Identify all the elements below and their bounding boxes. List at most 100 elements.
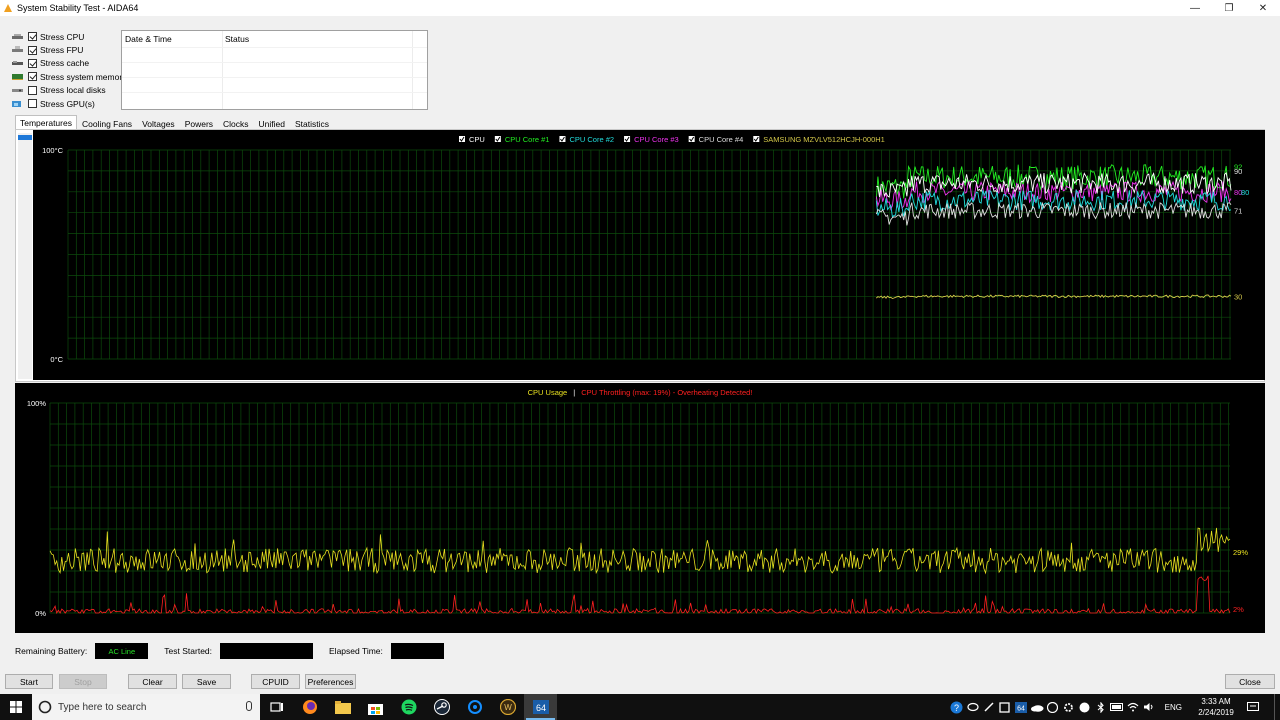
store-icon[interactable] xyxy=(359,694,392,720)
onedrive-tray-icon[interactable] xyxy=(1029,694,1045,720)
tab-voltages[interactable]: Voltages xyxy=(137,116,180,130)
stress-option-gpu[interactable]: Stress GPU(s) xyxy=(12,97,126,110)
stress-cpu-label: Stress CPU xyxy=(40,31,85,42)
stress-option-fpu[interactable]: Stress FPU xyxy=(12,43,126,56)
y-axis-min-label: 0% xyxy=(35,609,46,618)
input-language[interactable]: ENG xyxy=(1165,703,1182,712)
stress-disks-label: Stress local disks xyxy=(40,85,106,96)
nvidia-tray-icon[interactable] xyxy=(965,694,981,720)
cache-icon xyxy=(12,61,23,66)
series-line xyxy=(876,294,1232,299)
windows-logo-icon xyxy=(10,701,22,713)
stress-gpu-checkbox[interactable] xyxy=(28,99,37,109)
stress-memory-label: Stress system memory xyxy=(40,71,127,82)
start-button[interactable]: Start xyxy=(5,674,53,689)
task-view-icon[interactable] xyxy=(260,694,293,720)
tab-cooling-fans[interactable]: Cooling Fans xyxy=(77,116,137,130)
system-tray: ? 64 ENG 3:33 AM 2/24/2019 xyxy=(949,694,1280,720)
log-header-datetime[interactable]: Date & Time xyxy=(122,34,222,44)
series-end-label: 90 xyxy=(1234,167,1242,176)
volume-tray-icon[interactable] xyxy=(1141,694,1157,720)
steam-glyph xyxy=(433,699,450,715)
stress-disks-checkbox[interactable] xyxy=(28,85,37,95)
battery-tray-icon[interactable] xyxy=(1109,694,1125,720)
firefox-icon[interactable] xyxy=(293,694,326,720)
tab-clocks[interactable]: Clocks xyxy=(218,116,254,130)
aida64-taskbar-icon[interactable]: 64 xyxy=(524,694,557,720)
battlenet-icon[interactable] xyxy=(458,694,491,720)
log-row-line xyxy=(122,47,427,48)
series-end-label: 80 xyxy=(1241,188,1249,197)
file-explorer-icon[interactable] xyxy=(326,694,359,720)
status-log-table[interactable]: Date & Time Status xyxy=(121,30,428,110)
network-tray-icon[interactable] xyxy=(1125,694,1141,720)
stress-option-memory[interactable]: Stress system memory xyxy=(12,70,126,83)
chart-title-separator: | xyxy=(573,388,575,397)
pen-tray-icon[interactable] xyxy=(981,694,997,720)
tab-statistics[interactable]: Statistics xyxy=(290,116,334,130)
windows-taskbar: Type here to search W 64 ? 64 ENG 3:33 A… xyxy=(0,694,1280,720)
legend-item: CPU xyxy=(469,135,485,144)
sensor-scrollbar[interactable] xyxy=(18,133,32,379)
spotify-tray-icon[interactable] xyxy=(1077,694,1093,720)
log-row-line xyxy=(122,62,427,63)
fpu-icon xyxy=(12,46,23,53)
tab-powers[interactable]: Powers xyxy=(180,116,218,130)
wow-glyph: W xyxy=(499,699,516,715)
security-tray-icon[interactable] xyxy=(997,694,1013,720)
help-tray-icon[interactable]: ? xyxy=(949,694,965,720)
close-button[interactable]: Close xyxy=(1225,674,1275,689)
cortana-icon xyxy=(38,700,52,714)
steam-tray-icon[interactable] xyxy=(1045,694,1061,720)
stop-button[interactable]: Stop xyxy=(59,674,107,689)
maximize-button[interactable]: ❐ xyxy=(1212,0,1246,16)
series-end-label: 71 xyxy=(1234,207,1242,216)
series-end-label: 2% xyxy=(1233,605,1244,614)
bluetooth-tray-icon[interactable] xyxy=(1093,694,1109,720)
stress-options: Stress CPU Stress FPU Stress cache Stres… xyxy=(12,30,126,110)
show-desktop-button[interactable] xyxy=(1274,694,1280,720)
close-window-button[interactable]: ✕ xyxy=(1246,0,1280,16)
notifications-icon[interactable] xyxy=(1242,694,1264,720)
series-end-label: 30 xyxy=(1234,292,1242,301)
button-row: Start Stop Clear Save CPUID Preferences … xyxy=(0,674,1280,690)
stress-memory-checkbox[interactable] xyxy=(28,72,37,82)
legend-item: CPU Core #3 xyxy=(634,135,679,144)
sensor-scroll-thumb[interactable] xyxy=(18,135,32,140)
log-column-divider xyxy=(412,31,413,109)
stress-cpu-checkbox[interactable] xyxy=(28,32,37,42)
task-view-glyph xyxy=(269,702,283,712)
status-row: Remaining Battery: AC Line Test Started:… xyxy=(15,643,460,659)
log-header-status[interactable]: Status xyxy=(222,34,249,44)
preferences-button[interactable]: Preferences xyxy=(305,674,356,689)
microphone-icon[interactable] xyxy=(246,701,252,711)
taskbar-search[interactable]: Type here to search xyxy=(32,694,260,720)
spotify-icon[interactable] xyxy=(392,694,425,720)
stress-option-disks[interactable]: Stress local disks xyxy=(12,84,126,97)
log-row-line xyxy=(122,77,427,78)
tab-temperatures[interactable]: Temperatures xyxy=(15,115,77,130)
tab-strip: Temperatures Cooling Fans Voltages Power… xyxy=(15,115,334,130)
stress-option-cpu[interactable]: Stress CPU xyxy=(12,30,126,43)
settings-tray-icon[interactable] xyxy=(1061,694,1077,720)
steam-icon[interactable] xyxy=(425,694,458,720)
svg-text:64: 64 xyxy=(1017,705,1025,712)
aida64-app-icon xyxy=(3,3,13,13)
legend-item: CPU Core #4 xyxy=(699,135,744,144)
world-of-warcraft-icon[interactable]: W xyxy=(491,694,524,720)
chart-grid xyxy=(49,402,1230,614)
save-button[interactable]: Save xyxy=(182,674,231,689)
taskbar-clock[interactable]: 3:33 AM 2/24/2019 xyxy=(1190,696,1242,718)
clear-button[interactable]: Clear xyxy=(128,674,177,689)
folder-glyph xyxy=(334,700,351,714)
cpuid-button[interactable]: CPUID xyxy=(251,674,300,689)
tab-unified[interactable]: Unified xyxy=(254,116,290,130)
stress-option-cache[interactable]: Stress cache xyxy=(12,57,126,70)
start-menu-button[interactable] xyxy=(0,694,32,720)
log-column-divider xyxy=(222,31,223,109)
stress-cache-checkbox[interactable] xyxy=(28,58,37,68)
stress-fpu-checkbox[interactable] xyxy=(28,45,37,55)
window-controls: — ❐ ✕ xyxy=(1178,0,1280,16)
aida64-tray-icon[interactable]: 64 xyxy=(1013,694,1029,720)
minimize-button[interactable]: — xyxy=(1178,0,1212,16)
